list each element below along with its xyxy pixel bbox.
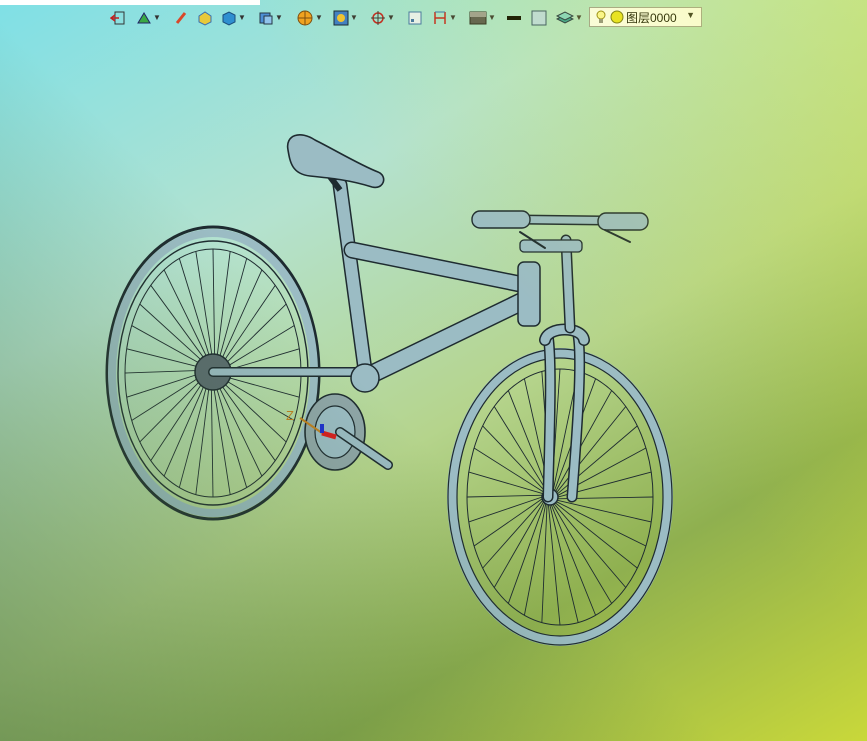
- fill-color-icon: [531, 10, 547, 26]
- chevron-down-icon[interactable]: ▼: [686, 10, 695, 20]
- pencil-button[interactable]: [174, 7, 188, 29]
- crosshair-icon: [371, 11, 385, 25]
- spoke: [195, 251, 215, 367]
- extrude-icon: [198, 11, 212, 26]
- layer-color-icon: [610, 10, 624, 24]
- exit-icon: [110, 11, 125, 25]
- view-icon: [259, 12, 273, 25]
- chevron-down-icon: ▼: [449, 13, 457, 22]
- chevron-down-icon: ▼: [238, 13, 246, 22]
- spoke: [555, 499, 652, 523]
- layers-icon: [556, 11, 574, 24]
- dimension-button[interactable]: ▼: [432, 7, 457, 29]
- toolbar-tab-strip: [0, 0, 260, 5]
- view-cube-button[interactable]: ▼: [258, 7, 283, 29]
- fill-color-button[interactable]: [531, 7, 547, 29]
- spoke: [178, 258, 213, 367]
- spoke: [553, 501, 638, 569]
- spoke: [493, 499, 546, 588]
- sketch-filter-button[interactable]: ▼: [136, 7, 161, 29]
- chevron-down-icon: ▼: [575, 13, 583, 22]
- saddle[interactable]: [286, 134, 385, 192]
- frame-icon: [408, 11, 422, 25]
- dimension-icon: [434, 11, 446, 24]
- chevron-down-icon: ▼: [387, 13, 395, 22]
- spoke: [493, 406, 548, 492]
- spoke: [468, 471, 545, 495]
- spoke: [210, 377, 214, 498]
- spoke: [466, 494, 545, 498]
- line-color-button[interactable]: [506, 7, 522, 29]
- filter-icon: [137, 12, 151, 24]
- spoke: [215, 377, 276, 461]
- spoke: [211, 377, 231, 495]
- spoke: [139, 373, 208, 443]
- spoke: [215, 251, 231, 367]
- pencil-icon: [175, 12, 187, 24]
- spoke: [554, 406, 627, 495]
- spoke: [468, 495, 545, 523]
- spoke: [552, 502, 627, 588]
- front-wheel[interactable]: [447, 348, 673, 646]
- cube-icon: [222, 11, 236, 26]
- chevron-down-icon: ▼: [488, 13, 496, 22]
- chevron-down-icon: ▼: [275, 13, 283, 22]
- spoke: [213, 377, 248, 488]
- shading-icon: [333, 10, 349, 26]
- frame-button[interactable]: [407, 7, 423, 29]
- layer-select[interactable]: 图层0000 ▼: [589, 7, 702, 27]
- spoke: [212, 248, 216, 367]
- render-mode-button[interactable]: ▼: [296, 7, 323, 29]
- 3d-viewport[interactable]: Z ▼ ▼ ▼ ▼ ▼ ▼ ▼ ▼ ▼ 图层0000 ▼: [0, 0, 867, 741]
- axis-z-label: Z: [286, 408, 294, 423]
- chevron-down-icon: ▼: [350, 13, 358, 22]
- bicycle-model[interactable]: Z: [0, 0, 867, 741]
- spoke: [507, 500, 546, 604]
- sphere-icon: [297, 10, 313, 26]
- solid-button[interactable]: ▼: [221, 7, 246, 29]
- spoke: [507, 390, 549, 492]
- spoke: [150, 374, 209, 461]
- spoke: [131, 372, 208, 421]
- shading-button[interactable]: ▼: [333, 7, 358, 29]
- crankset[interactable]: [304, 393, 393, 471]
- line-color-icon: [507, 16, 521, 20]
- spoke: [150, 285, 211, 367]
- layer-select-value: 图层0000: [626, 10, 677, 25]
- lightbulb-icon: [596, 10, 606, 23]
- background-icon: [469, 11, 487, 25]
- spoke: [551, 502, 613, 604]
- spoke: [195, 377, 211, 495]
- chevron-down-icon: ▼: [315, 13, 323, 22]
- background-button[interactable]: ▼: [469, 7, 496, 29]
- top-toolbar: ▼ ▼ ▼ ▼ ▼ ▼ ▼ ▼ ▼ 图层0000 ▼: [0, 0, 867, 34]
- snap-button[interactable]: ▼: [370, 7, 395, 29]
- layers-button[interactable]: ▼: [556, 7, 583, 29]
- exit-sketch-button[interactable]: [110, 7, 126, 29]
- extrude-button[interactable]: [197, 7, 213, 29]
- chevron-down-icon: ▼: [153, 13, 161, 22]
